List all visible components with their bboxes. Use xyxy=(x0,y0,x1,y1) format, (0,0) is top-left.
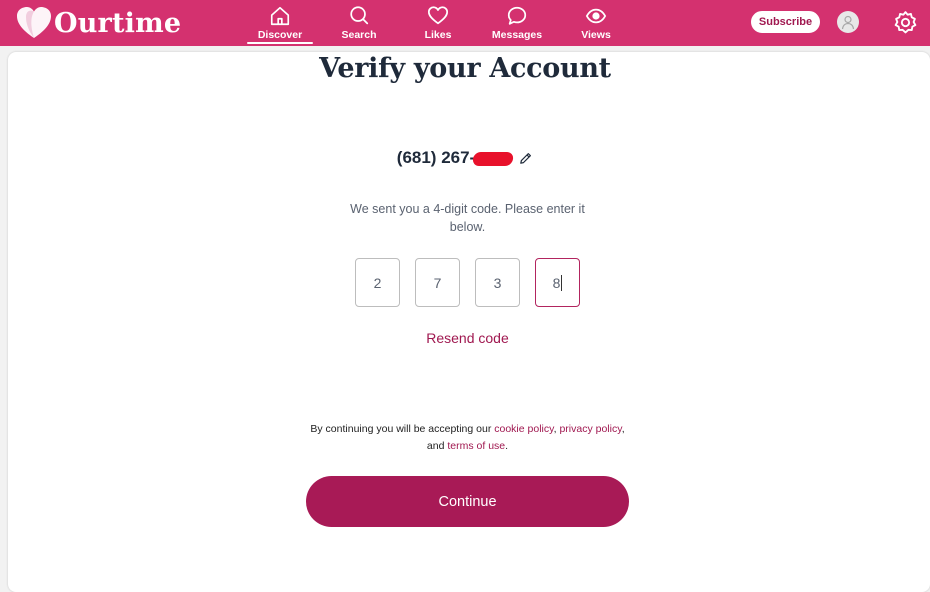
avatar[interactable] xyxy=(837,11,859,33)
eye-icon xyxy=(585,8,607,24)
terms-of-use-link[interactable]: terms of use xyxy=(447,440,505,452)
nav-likes-label: Likes xyxy=(424,29,452,41)
nav-messages-label: Messages xyxy=(491,29,543,41)
edit-pencil-icon[interactable] xyxy=(518,151,533,166)
nav-views[interactable]: Views xyxy=(561,0,631,46)
code-digit-1[interactable]: 2 xyxy=(355,258,400,307)
subscribe-button[interactable]: Subscribe xyxy=(751,11,820,33)
nav-discover-label: Discover xyxy=(257,29,303,41)
logo-text: Ourtime xyxy=(54,7,182,39)
nav-messages[interactable]: Messages xyxy=(482,0,552,46)
code-digit-4[interactable]: 8 xyxy=(535,258,580,307)
nav-views-label: Views xyxy=(581,29,611,41)
home-icon xyxy=(270,6,290,26)
resend-code-link[interactable]: Resend code xyxy=(0,330,930,346)
legal-suffix: . xyxy=(505,440,509,452)
search-icon xyxy=(350,6,369,25)
continue-button[interactable]: Continue xyxy=(306,476,629,527)
settings-gear-icon[interactable] xyxy=(893,10,918,35)
code-digit-3[interactable]: 3 xyxy=(475,258,520,307)
chat-bubble-icon xyxy=(507,6,527,25)
phone-number: (681) 267- xyxy=(397,148,475,168)
nav-search-label: Search xyxy=(341,29,377,41)
heart-logo-icon xyxy=(17,7,51,38)
user-icon xyxy=(841,15,855,30)
page-title: Verify your Account xyxy=(319,53,611,84)
nav-likes[interactable]: Likes xyxy=(403,0,473,46)
privacy-policy-link[interactable]: privacy policy xyxy=(559,423,621,435)
phone-number-row: (681) 267- xyxy=(0,148,930,168)
top-navigation-bar: Ourtime Discover Search Likes Messages V… xyxy=(0,0,930,46)
redaction-mark xyxy=(472,152,515,166)
phone-number-text: (681) 267- xyxy=(396,148,476,167)
code-digit-2[interactable]: 7 xyxy=(415,258,460,307)
code-sent-instructions: We sent you a 4-digit code. Please enter… xyxy=(350,202,585,234)
code-digit-4-value: 8 xyxy=(552,274,561,291)
active-tab-indicator xyxy=(247,42,313,44)
cookie-policy-link[interactable]: cookie policy xyxy=(494,423,553,435)
heart-icon xyxy=(427,6,449,25)
nav-search[interactable]: Search xyxy=(324,0,394,46)
legal-prefix: By continuing you will be accepting our xyxy=(310,423,495,435)
legal-notice: By continuing you will be accepting our … xyxy=(310,421,625,455)
nav-discover[interactable]: Discover xyxy=(245,0,315,46)
text-caret xyxy=(561,274,563,291)
ourtime-logo[interactable]: Ourtime xyxy=(16,5,181,41)
